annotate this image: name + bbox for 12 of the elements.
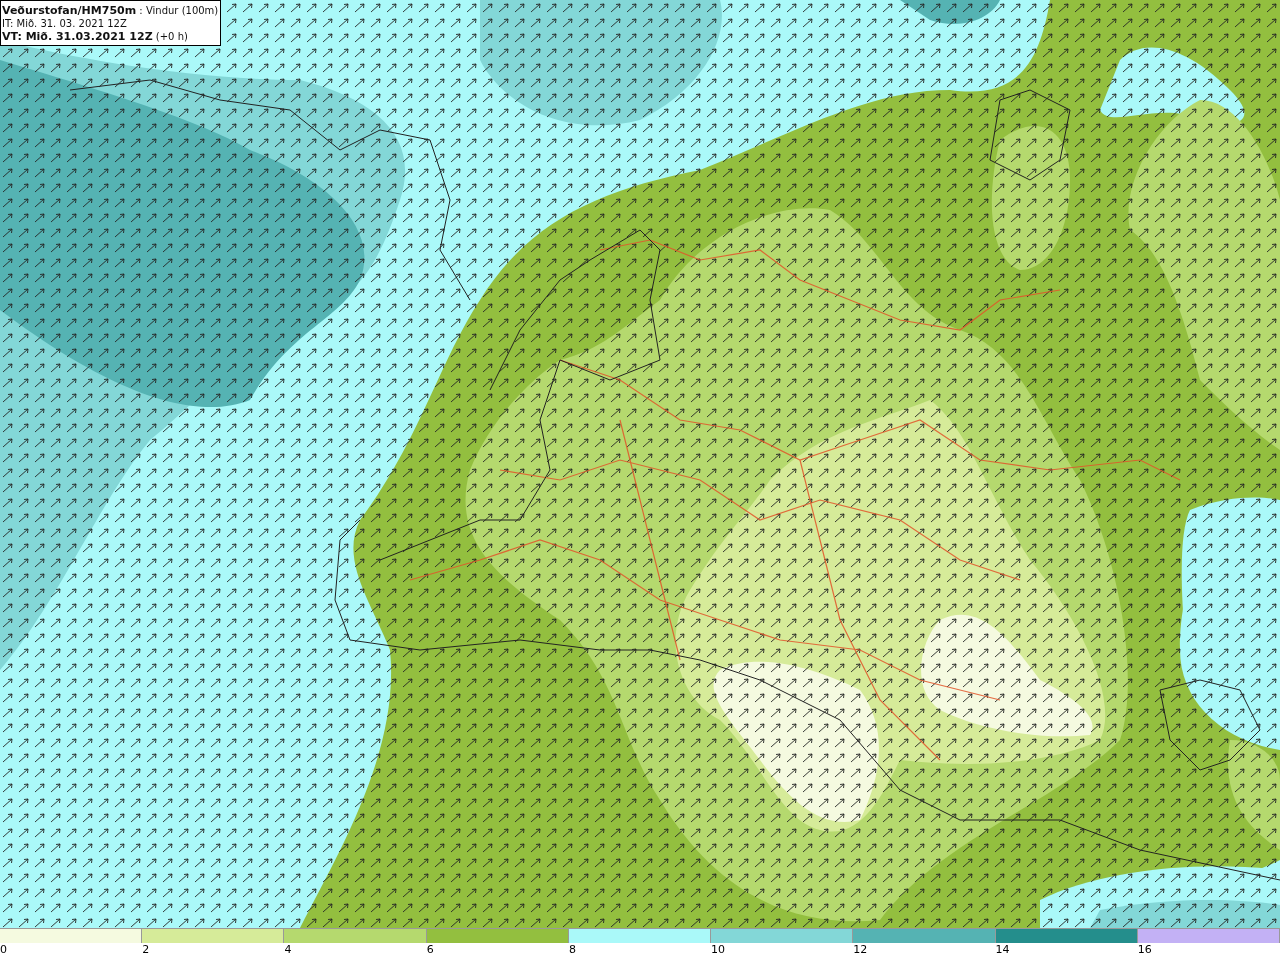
legend-label: 4	[284, 943, 292, 957]
legend-label: 6	[426, 943, 434, 957]
info-text: VT: Mið. 31.03.2021 12Z (+0 h)	[2, 30, 189, 43]
legend-label: 2	[142, 943, 150, 957]
legend-label: 10	[711, 943, 726, 957]
legend-label: 16	[1137, 943, 1152, 957]
legend-label: 12	[853, 943, 868, 957]
legend-label: 14	[995, 943, 1010, 957]
info-text: Veðurstofan/HM750m : Vindur (100m)	[2, 4, 216, 17]
legend-label: 8	[568, 943, 576, 957]
legend-label: 0	[0, 943, 7, 957]
info-text: IT: Mið. 31. 03. 2021 12Z	[2, 17, 128, 30]
